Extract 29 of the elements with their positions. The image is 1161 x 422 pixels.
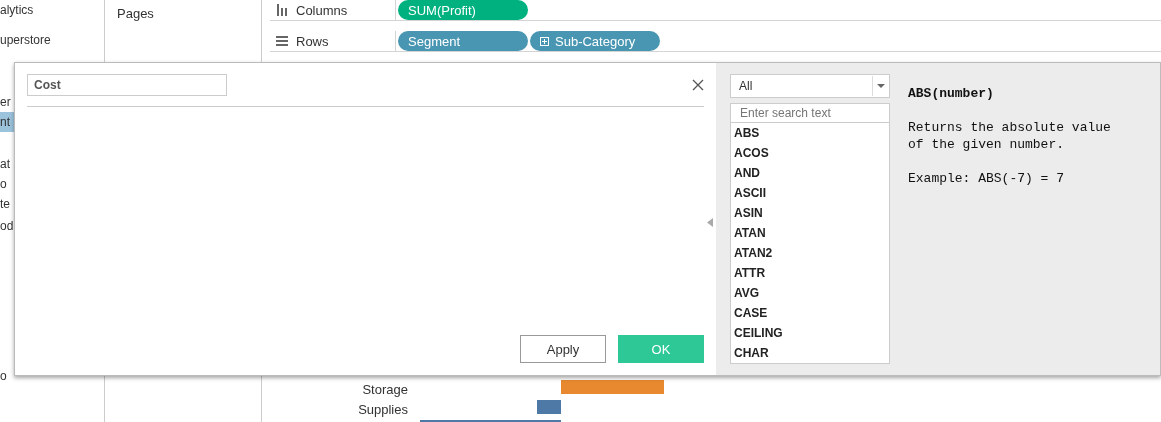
function-item[interactable]: AND <box>731 163 889 183</box>
row-label: Supplies <box>358 401 408 419</box>
pages-title: Pages <box>117 6 154 21</box>
function-item[interactable]: AVG <box>731 283 889 303</box>
function-item[interactable]: ATTR <box>731 263 889 283</box>
function-item[interactable]: ASCII <box>731 183 889 203</box>
name-field[interactable]: Cost <box>27 74 227 96</box>
expand-icon <box>540 36 549 46</box>
close-icon[interactable] <box>692 79 704 91</box>
shelf-label: Columns <box>296 2 348 18</box>
rows-icon <box>276 36 288 46</box>
function-item[interactable]: CEILING <box>731 323 889 343</box>
columns-icon <box>276 4 288 16</box>
apply-button[interactable]: Apply <box>520 335 606 363</box>
row-label: Storage <box>362 381 408 399</box>
function-item[interactable]: ABS <box>731 123 889 143</box>
category-dropdown[interactable]: All <box>730 74 890 98</box>
function-item[interactable]: CHAR <box>731 343 889 363</box>
function-signature: ABS(number) <box>908 86 995 101</box>
function-item[interactable]: ATAN2 <box>731 243 889 263</box>
function-item[interactable]: ASIN <box>731 203 889 223</box>
function-item[interactable]: ATAN <box>731 223 889 243</box>
function-item[interactable]: ACOS <box>731 143 889 163</box>
function-item[interactable]: CASE <box>731 303 889 323</box>
shelf-label: Rows <box>296 33 329 49</box>
sidebar-item[interactable]: alytics <box>0 0 104 20</box>
function-description: Returns the absolute value of the given number. <box>908 119 1112 153</box>
sidebar-item[interactable]: uperstore <box>0 20 104 60</box>
function-example: Example: ABS(-7) = 7 <box>908 170 1066 187</box>
